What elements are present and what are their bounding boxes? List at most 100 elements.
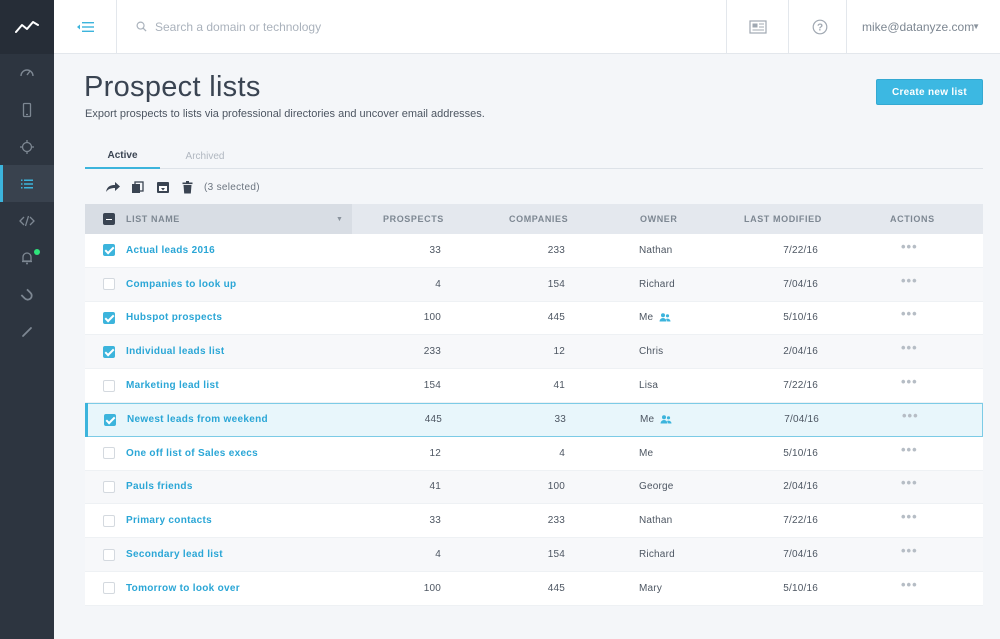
col-owner[interactable]: OWNER bbox=[640, 204, 678, 234]
row-checkbox[interactable] bbox=[103, 582, 115, 595]
app-logo[interactable] bbox=[0, 0, 54, 54]
news-button[interactable] bbox=[726, 0, 788, 53]
companies-count: 12 bbox=[553, 346, 565, 358]
menu-toggle-button[interactable] bbox=[54, 0, 117, 53]
table-row[interactable]: Primary contacts 33 233 Nathan 7/22/16 ••• bbox=[85, 504, 983, 539]
table-row[interactable]: Newest leads from weekend 445 33 Me 7/04/16 •… bbox=[85, 400, 983, 437]
row-actions-menu[interactable]: ••• bbox=[902, 400, 919, 432]
user-menu[interactable]: mike@datanyze.com ▼ bbox=[846, 0, 1000, 53]
table-row[interactable]: Hubspot prospects 100 445 Me 5/10/16 ••• bbox=[85, 301, 983, 336]
list-name-link[interactable]: Individual leads list bbox=[126, 335, 225, 368]
table-row[interactable]: Companies to look up 4 154 Richard 7/04/16 ••… bbox=[85, 267, 983, 302]
owner-name: Me bbox=[639, 312, 654, 324]
owner-name: George bbox=[639, 481, 674, 493]
owner-name: Me bbox=[640, 414, 655, 426]
table-row[interactable]: Tomorrow to look over 100 445 Mary 5/10/16 ••… bbox=[85, 571, 983, 606]
prospects-count: 100 bbox=[423, 582, 441, 594]
prospects-count: 4 bbox=[435, 549, 441, 561]
logo-icon bbox=[15, 21, 39, 33]
pencil-icon bbox=[22, 326, 32, 337]
archive-button[interactable] bbox=[150, 178, 175, 196]
col-list-name[interactable]: LIST NAME bbox=[126, 204, 180, 234]
tab-active[interactable]: Active bbox=[85, 143, 160, 169]
help-button[interactable]: ? bbox=[788, 0, 850, 53]
row-actions-menu[interactable]: ••• bbox=[901, 264, 918, 297]
sort-down-icon[interactable]: ▼ bbox=[336, 204, 344, 234]
list-name-link[interactable]: One off list of Sales execs bbox=[126, 437, 258, 470]
owner-cell: Mary bbox=[639, 572, 662, 605]
row-checkbox[interactable] bbox=[103, 514, 115, 527]
list-name-link[interactable]: Marketing lead list bbox=[126, 369, 219, 402]
row-actions-menu[interactable]: ••• bbox=[901, 230, 918, 263]
row-actions-menu[interactable]: ••• bbox=[901, 433, 918, 466]
row-checkbox[interactable] bbox=[103, 379, 115, 392]
row-checkbox[interactable] bbox=[103, 345, 115, 358]
owner-name: Richard bbox=[639, 549, 675, 561]
row-actions-menu[interactable]: ••• bbox=[901, 500, 918, 533]
nav-prospect-lists[interactable] bbox=[0, 165, 54, 202]
nav-notifications[interactable] bbox=[0, 239, 54, 276]
select-all-checkbox[interactable] bbox=[103, 213, 115, 225]
table-row[interactable]: Marketing lead list 154 41 Lisa 7/22/16 ••• bbox=[85, 369, 983, 403]
table-row[interactable]: Actual leads 2016 33 233 Nathan 7/22/16 ••• bbox=[85, 234, 983, 268]
companies-count: 4 bbox=[559, 447, 565, 459]
companies-count: 445 bbox=[547, 312, 565, 324]
tab-archived[interactable]: Archived bbox=[170, 143, 240, 169]
row-actions-menu[interactable]: ••• bbox=[901, 365, 918, 398]
bell-icon bbox=[22, 251, 32, 264]
nav-dashboard[interactable] bbox=[0, 54, 54, 91]
list-name-link[interactable]: Newest leads from weekend bbox=[127, 404, 268, 436]
delete-button[interactable] bbox=[175, 178, 200, 196]
list-name-link[interactable]: Companies to look up bbox=[126, 268, 236, 301]
copy-icon bbox=[132, 180, 144, 193]
create-new-list-button[interactable]: Create new list bbox=[876, 79, 983, 105]
companies-count: 233 bbox=[547, 515, 565, 527]
col-last-modified[interactable]: LAST MODIFIED bbox=[744, 204, 822, 234]
last-modified-date: 7/04/16 bbox=[784, 414, 819, 426]
list-name-link[interactable]: Tomorrow to look over bbox=[126, 572, 240, 605]
row-actions-menu[interactable]: ••• bbox=[901, 331, 918, 364]
help-icon: ? bbox=[812, 19, 827, 34]
row-actions-menu[interactable]: ••• bbox=[901, 467, 918, 500]
last-modified-date: 7/04/16 bbox=[783, 278, 818, 290]
row-checkbox[interactable] bbox=[103, 548, 115, 561]
table-row[interactable]: One off list of Sales execs 12 4 Me 5/10/16 •… bbox=[85, 436, 983, 471]
share-button[interactable] bbox=[100, 178, 125, 196]
row-checkbox[interactable] bbox=[103, 278, 115, 291]
owner-cell: Nathan bbox=[639, 504, 672, 537]
nav-mobile[interactable] bbox=[0, 91, 54, 128]
list-name-link[interactable]: Primary contacts bbox=[126, 504, 212, 537]
nav-integrations[interactable] bbox=[0, 276, 54, 313]
row-checkbox[interactable] bbox=[103, 311, 115, 324]
col-companies[interactable]: COMPANIES bbox=[509, 204, 568, 234]
list-name-link[interactable]: Hubspot prospects bbox=[126, 302, 222, 335]
row-checkbox[interactable] bbox=[103, 244, 115, 257]
row-checkbox[interactable] bbox=[103, 480, 115, 493]
owner-cell: Chris bbox=[639, 335, 663, 368]
shared-team-icon bbox=[659, 313, 671, 322]
nav-targeting[interactable] bbox=[0, 128, 54, 165]
nav-edit[interactable] bbox=[0, 313, 54, 350]
list-name-link[interactable]: Actual leads 2016 bbox=[126, 234, 215, 267]
collapse-menu-icon bbox=[77, 21, 94, 32]
list-name-link[interactable]: Secondary lead list bbox=[126, 538, 223, 571]
prospects-count: 100 bbox=[423, 312, 441, 324]
owner-name: Chris bbox=[639, 346, 664, 358]
table-row[interactable]: Secondary lead list 4 154 Richard 7/04/16 ••• bbox=[85, 538, 983, 572]
mobile-icon bbox=[22, 102, 32, 117]
row-actions-menu[interactable]: ••• bbox=[901, 298, 918, 331]
row-actions-menu[interactable]: ••• bbox=[901, 568, 918, 601]
row-actions-menu[interactable]: ••• bbox=[901, 534, 918, 567]
page-title: Prospect lists bbox=[84, 71, 261, 103]
table-row[interactable]: Pauls friends 41 100 George 2/04/16 ••• bbox=[85, 470, 983, 505]
copy-button[interactable] bbox=[125, 178, 150, 196]
row-checkbox[interactable] bbox=[104, 413, 116, 426]
row-checkbox[interactable] bbox=[103, 447, 115, 460]
nav-code[interactable] bbox=[0, 202, 54, 239]
list-name-link[interactable]: Pauls friends bbox=[126, 471, 193, 504]
chevron-down-icon: ▼ bbox=[972, 22, 980, 31]
table-row[interactable]: Individual leads list 233 12 Chris 2/04/16 ••… bbox=[85, 335, 983, 370]
search-input[interactable] bbox=[155, 19, 455, 34]
col-prospects[interactable]: PROSPECTS bbox=[383, 204, 444, 234]
prospects-count: 445 bbox=[424, 414, 442, 426]
